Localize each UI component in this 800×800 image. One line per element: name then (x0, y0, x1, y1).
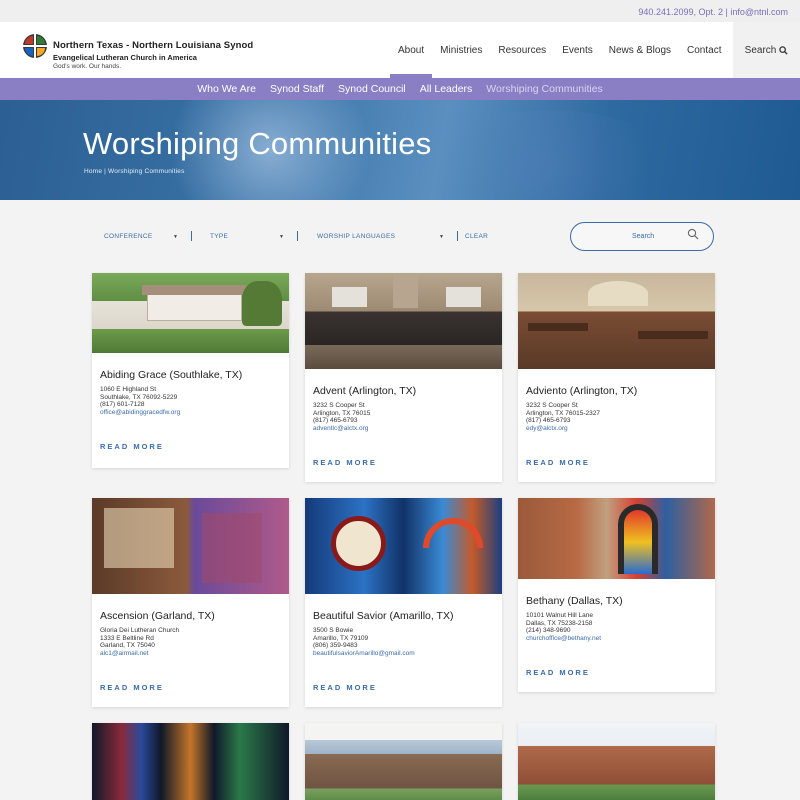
clear-filters-button[interactable]: CLEAR (465, 233, 488, 240)
phone: (214) 348-9690 (526, 627, 571, 634)
church-photo (518, 273, 715, 369)
read-more-link[interactable]: READ MORE (313, 458, 494, 467)
email-link[interactable]: office@abidinggracedfw.org (100, 409, 281, 417)
community-name: Ascension (Garland, TX) (100, 610, 215, 622)
subnav-who-we-are[interactable]: Who We Are (197, 83, 256, 95)
church-photo (92, 723, 289, 800)
logo-tagline: God's work. Our hands. (53, 63, 122, 70)
email-link[interactable]: churchoffice@bethany.net (526, 635, 707, 643)
search-icon[interactable] (687, 228, 699, 240)
community-card[interactable]: Advent (Arlington, TX) 3232 S Cooper St … (305, 273, 502, 482)
conference-filter[interactable]: CONFERENCE ▼ (104, 233, 178, 240)
nav-contact[interactable]: Contact (687, 22, 721, 78)
email-link[interactable]: alc1@airmail.net (100, 650, 281, 658)
church-photo (518, 498, 715, 579)
type-filter[interactable]: TYPE ▼ (210, 233, 284, 240)
church-photo (92, 498, 289, 594)
search-icon (779, 45, 788, 55)
read-more-link[interactable]: READ MORE (313, 683, 494, 692)
search-input[interactable]: Search (570, 222, 714, 251)
email-link[interactable]: adventlc@alctx.org (313, 425, 494, 433)
read-more-link[interactable]: READ MORE (526, 668, 707, 677)
address-line: Arlington, TX 76015 (313, 409, 371, 417)
subnav-all-leaders[interactable]: All Leaders (420, 83, 473, 95)
logo-title: Northern Texas - Northern Louisiana Syno… (53, 40, 254, 51)
main-nav: About Ministries Resources Events News &… (389, 22, 737, 78)
address-line: Arlington, TX 76015-2327 (526, 409, 600, 417)
address-line: 1333 E Beltline Rd (100, 634, 154, 642)
nav-about[interactable]: About (389, 22, 433, 78)
address-line: Garland, TX 75040 (100, 642, 155, 649)
community-name: Beautiful Savior (Amarillo, TX) (313, 610, 454, 622)
email-link[interactable]: edy@alctx.org (526, 425, 707, 433)
subnav-synod-council[interactable]: Synod Council (338, 83, 406, 95)
community-card[interactable]: Bethany (Dallas, TX) 10101 Walnut Hill L… (518, 498, 715, 692)
church-photo (305, 273, 502, 369)
nav-resources[interactable]: Resources (498, 22, 546, 78)
page-title: Worshiping Communities (83, 126, 432, 161)
sub-nav: Who We Are Synod Staff Synod Council All… (0, 78, 800, 100)
address-line: 3500 S Bowie (313, 627, 354, 634)
caret-down-icon: ▼ (279, 234, 285, 240)
caret-down-icon: ▼ (173, 234, 179, 240)
address-line: Amarillo, TX 79109 (313, 634, 369, 642)
read-more-link[interactable]: READ MORE (100, 683, 281, 692)
contact-info[interactable]: 940.241.2099, Opt. 2 | info@ntnl.com (638, 7, 788, 17)
read-more-link[interactable]: READ MORE (100, 442, 281, 451)
community-card[interactable]: Ascension (Garland, TX) Gloria Dei Luthe… (92, 498, 289, 707)
nav-news-blogs[interactable]: News & Blogs (609, 22, 671, 78)
header-search-label: Search (744, 44, 777, 56)
subnav-worshiping-communities[interactable]: Worshiping Communities (486, 83, 603, 95)
church-photo (518, 723, 715, 800)
site-logo[interactable]: Northern Texas - Northern Louisiana Syno… (23, 34, 253, 70)
community-card[interactable]: Abiding Grace (Southlake, TX) 1060 E Hig… (92, 273, 289, 468)
address-line: Southlake, TX 76092-5229 (100, 393, 178, 401)
subnav-synod-staff[interactable]: Synod Staff (270, 83, 324, 95)
header-search-button[interactable]: Search (733, 22, 800, 78)
worship-languages-filter[interactable]: WORSHIP LANGUAGES ▼ (317, 233, 444, 240)
nav-ministries[interactable]: Ministries (440, 22, 482, 78)
church-photo (92, 273, 289, 353)
nav-events[interactable]: Events (562, 22, 593, 78)
hero-banner: Worshiping Communities Home | Worshiping… (0, 100, 800, 200)
phone: (817) 465-6793 (313, 417, 358, 424)
address-line: 1060 E Highland St (100, 386, 157, 393)
community-name: Adviento (Arlington, TX) (526, 385, 638, 397)
utility-bar: 940.241.2099, Opt. 2 | info@ntnl.com (0, 0, 800, 22)
synod-cross-icon (23, 34, 47, 58)
phone: (817) 465-6793 (526, 417, 571, 424)
phone: (817) 601-7128 (100, 401, 145, 408)
church-photo (305, 498, 502, 594)
community-card[interactable]: Adviento (Arlington, TX) 3232 S Cooper S… (518, 273, 715, 482)
phone: (806) 359-9483 (313, 642, 358, 649)
address-line: 3232 S Cooper St (526, 402, 578, 409)
community-card[interactable] (518, 723, 715, 800)
community-card[interactable] (92, 723, 289, 800)
community-name: Advent (Arlington, TX) (313, 385, 417, 397)
community-card[interactable] (305, 723, 502, 800)
community-name: Abiding Grace (Southlake, TX) (100, 369, 243, 381)
address-line: 3232 S Cooper St (313, 402, 365, 409)
breadcrumb: Home | Worshiping Communities (84, 168, 185, 175)
address-line: Gloria Dei Lutheran Church (100, 627, 180, 634)
community-card[interactable]: Beautiful Savior (Amarillo, TX) 3500 S B… (305, 498, 502, 707)
read-more-link[interactable]: READ MORE (526, 458, 707, 467)
church-photo (305, 723, 502, 800)
email-link[interactable]: beautifulsaviorAmarillo@gmail.com (313, 650, 494, 658)
logo-subtitle: Evangelical Lutheran Church in America (53, 53, 197, 62)
caret-down-icon: ▼ (439, 234, 445, 240)
address-line: Dallas, TX 75238-2158 (526, 619, 593, 627)
site-header: Northern Texas - Northern Louisiana Syno… (0, 22, 800, 78)
address-line: 10101 Walnut Hill Lane (526, 612, 593, 619)
community-name: Bethany (Dallas, TX) (526, 595, 623, 607)
